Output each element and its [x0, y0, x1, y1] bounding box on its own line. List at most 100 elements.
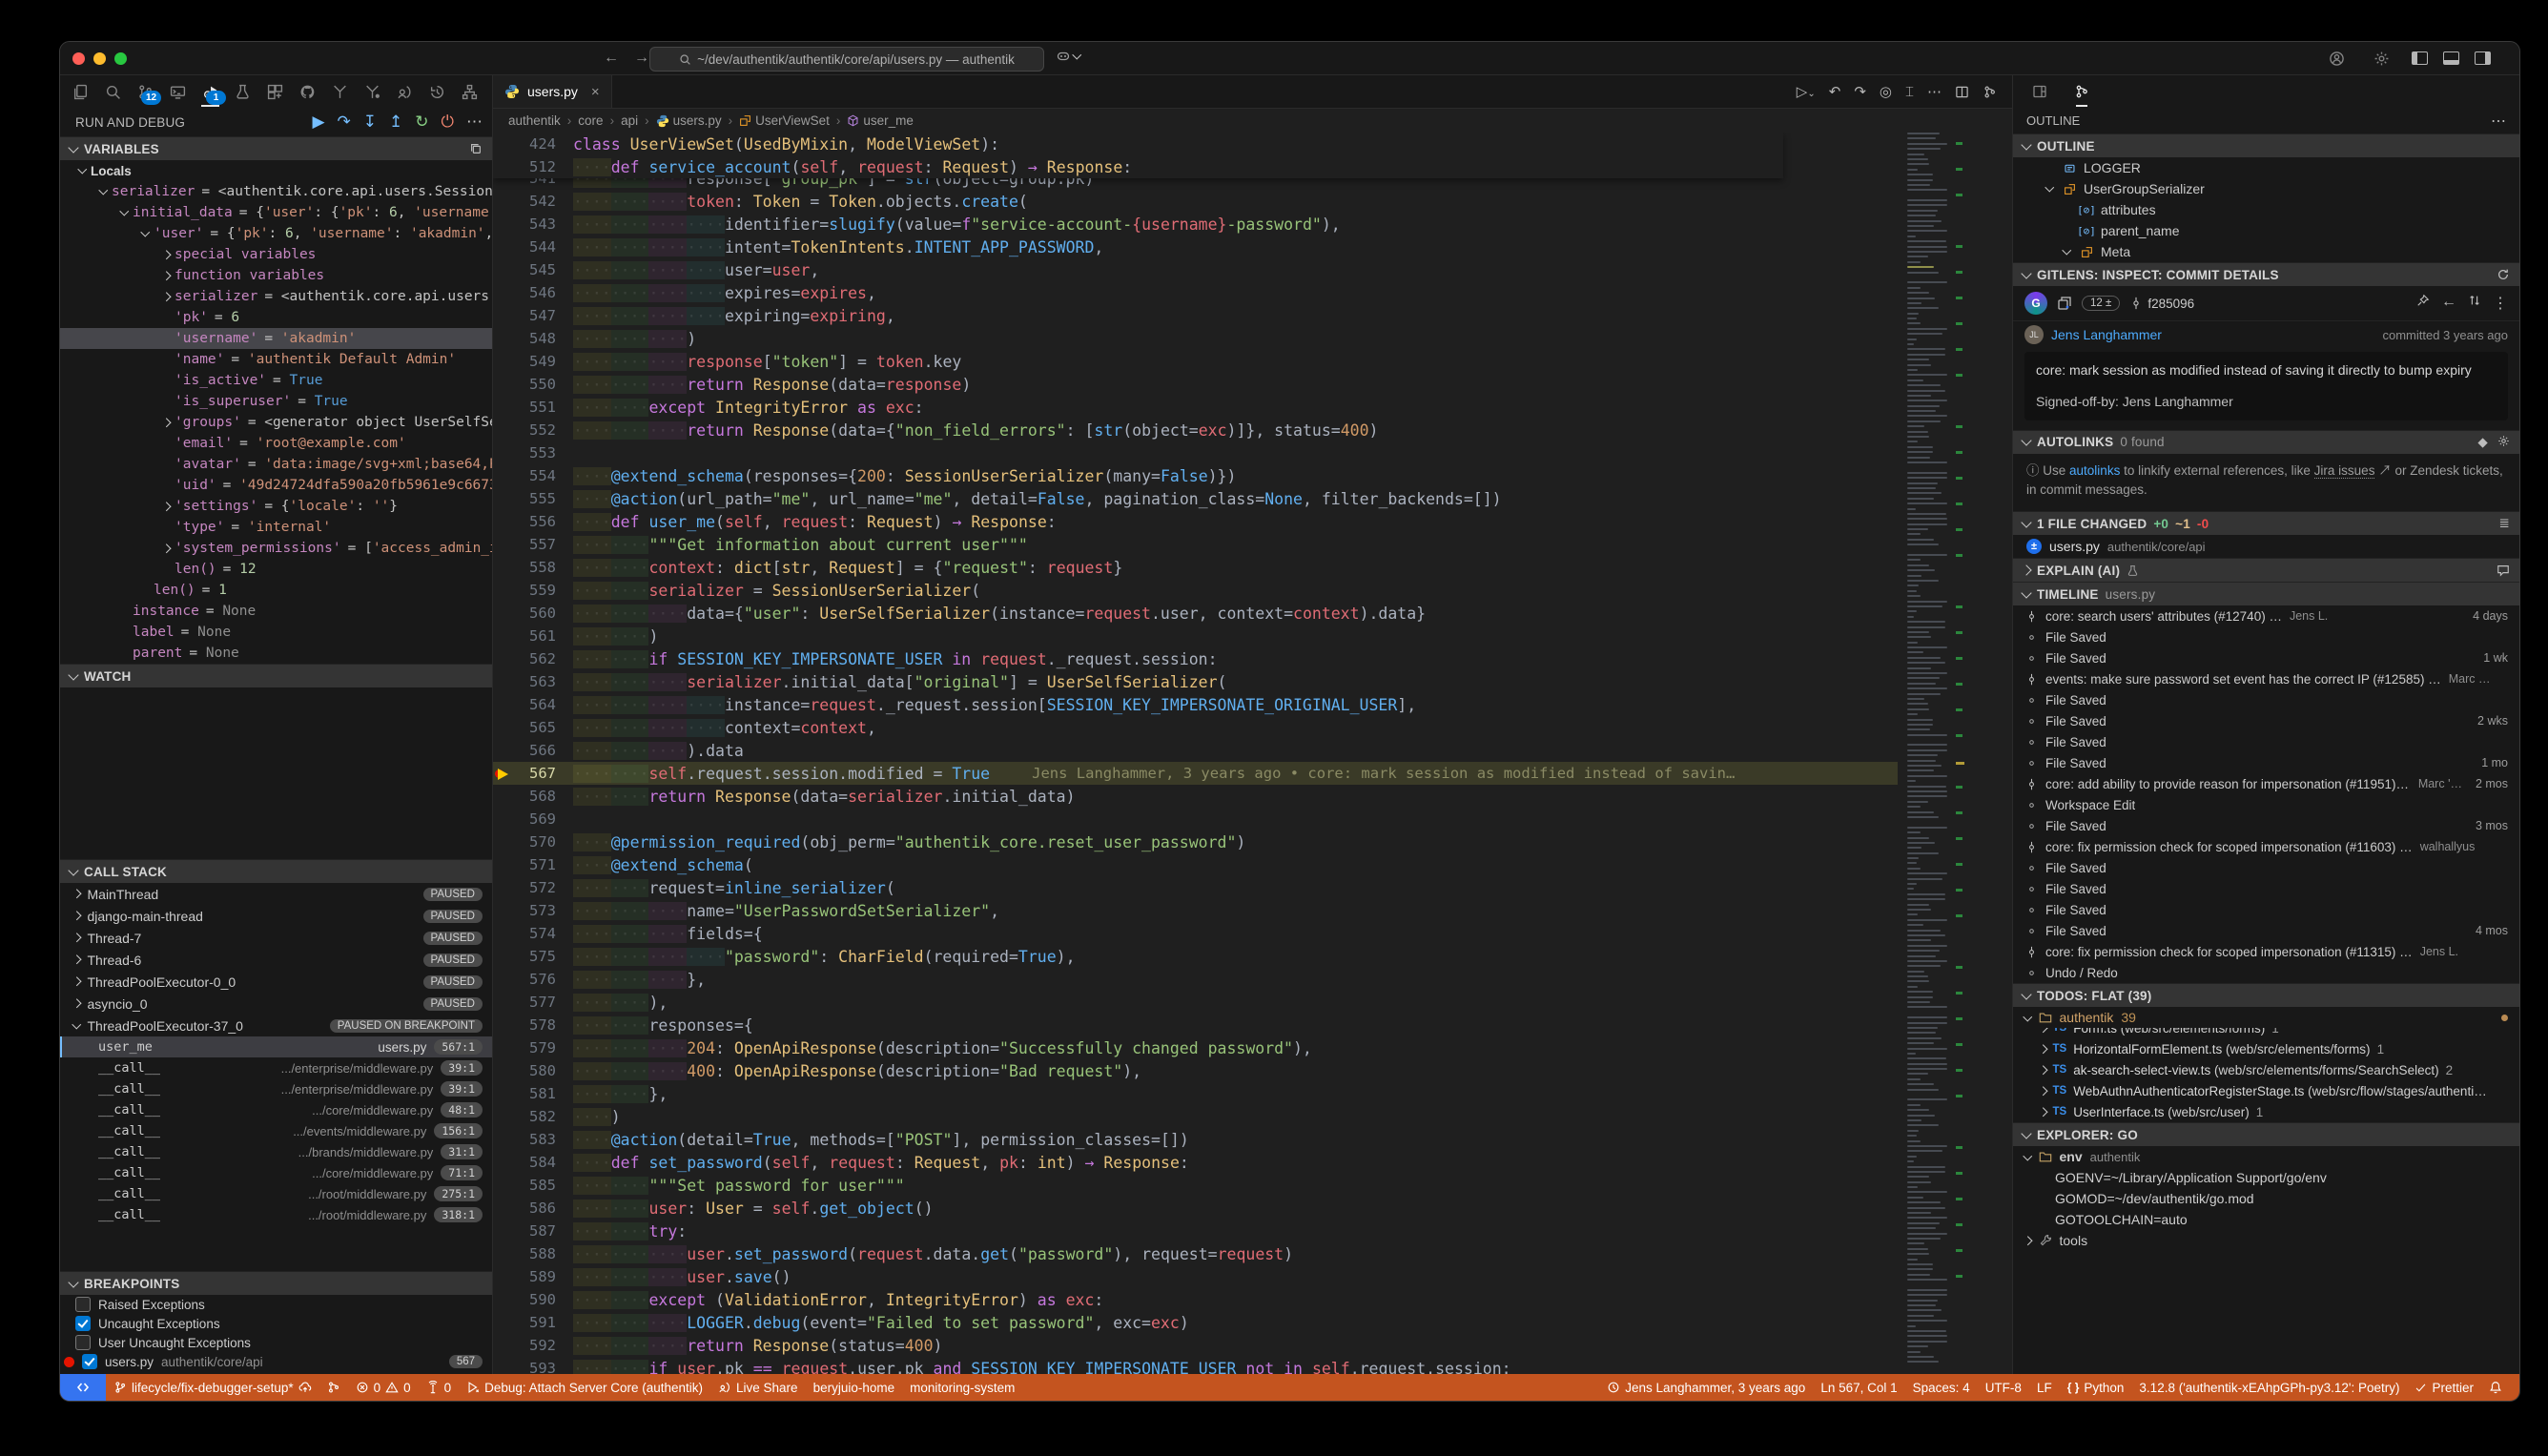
- variable-row[interactable]: 'uid'= '49d24724dfa590a20fb5961e9c6673cd…: [60, 475, 492, 496]
- code-line-575[interactable]: 575················"password": CharField…: [493, 945, 1898, 968]
- go-env-var[interactable]: GOTOOLCHAIN=auto: [2013, 1209, 2519, 1230]
- todos-section-header[interactable]: TODOS: FLAT (39): [2013, 983, 2519, 1007]
- code-line-580[interactable]: 580············400: OpenApiResponse(desc…: [493, 1059, 1898, 1082]
- go-env-var[interactable]: GOENV=~/Library/Application Support/go/e…: [2013, 1167, 2519, 1188]
- variables-section-header[interactable]: VARIABLES: [60, 136, 492, 160]
- variable-row[interactable]: special variables: [60, 244, 492, 265]
- feedback-icon[interactable]: [2497, 564, 2510, 577]
- stack-frame-row[interactable]: __call__.../events/middleware.py156:1: [60, 1120, 492, 1141]
- gear-icon[interactable]: [2497, 435, 2510, 450]
- code-line-546[interactable]: 546················expires=expires,: [493, 281, 1898, 304]
- code-line-558[interactable]: 558········context: dict[str, Request] =…: [493, 556, 1898, 579]
- status-item[interactable]: lifecycle/fix-debugger-setup*: [106, 1374, 319, 1401]
- code-line-547[interactable]: 547················expiring=expiring,: [493, 304, 1898, 327]
- todo-file-row[interactable]: TSak-search-select-view.ts (web/src/elem…: [2013, 1059, 2519, 1080]
- code-line-542[interactable]: 542············token: Token = Token.obje…: [493, 190, 1898, 213]
- code-line-581[interactable]: 581········},: [493, 1082, 1898, 1105]
- timeline-item[interactable]: Undo / Redo: [2013, 962, 2519, 983]
- thread-row[interactable]: MainThreadPAUSED: [60, 883, 492, 905]
- stack-frame-row[interactable]: __call__.../brands/middleware.py31:1: [60, 1141, 492, 1162]
- status-item[interactable]: Jens Langhammer, 3 years ago: [1599, 1374, 1813, 1401]
- todo-file-row[interactable]: TSHorizontalFormElement.ts (web/src/elem…: [2013, 1038, 2519, 1059]
- timeline-item[interactable]: File Saved: [2013, 731, 2519, 752]
- code-line-555[interactable]: 555····@action(url_path="me", url_name="…: [493, 487, 1898, 510]
- variable-row[interactable]: 'avatar'= 'data:image/svg+xml;base64,PHN…: [60, 454, 492, 475]
- outline-item[interactable]: LOGGER: [2013, 157, 2519, 178]
- variable-row[interactable]: len()= 12: [60, 559, 492, 580]
- code-line-588[interactable]: 588············user.set_password(request…: [493, 1242, 1898, 1265]
- refresh-icon[interactable]: [2497, 268, 2510, 281]
- variable-row[interactable]: Locals: [60, 160, 492, 181]
- status-item[interactable]: 3.12.8 ('authentik-xEAhpGPh-py3.12': Poe…: [2131, 1374, 2407, 1401]
- thread-row[interactable]: Thread-7PAUSED: [60, 927, 492, 949]
- breadcrumb-item[interactable]: api: [621, 113, 638, 128]
- code-line-541[interactable]: 541············response["group_pk"] = st…: [493, 178, 1898, 190]
- more-actions-icon[interactable]: ⋯: [2491, 112, 2506, 131]
- remote-window-icon[interactable]: [163, 77, 193, 106]
- variable-row[interactable]: len()= 1: [60, 580, 492, 601]
- changed-file-row[interactable]: ± users.py authentik/core/api: [2013, 535, 2519, 558]
- breadcrumb-item[interactable]: UserViewSet: [739, 113, 830, 128]
- search-icon[interactable]: [98, 77, 128, 106]
- gitlens-section-header[interactable]: GITLENS: INSPECT: COMMIT DETAILS: [2013, 262, 2519, 286]
- step-over-button[interactable]: ↷: [338, 113, 351, 132]
- timeline-item[interactable]: File Saved: [2013, 878, 2519, 899]
- thread-row[interactable]: ThreadPoolExecutor-37_0PAUSED ON BREAKPO…: [60, 1015, 492, 1036]
- thread-row[interactable]: django-main-threadPAUSED: [60, 905, 492, 927]
- toggle-panel-icon[interactable]: [2443, 51, 2459, 65]
- timeline-item[interactable]: events: make sure password set event has…: [2013, 668, 2519, 689]
- breadcrumb-item[interactable]: user_me: [847, 113, 914, 128]
- status-item[interactable]: Live Share: [710, 1374, 806, 1401]
- variable-row[interactable]: serializer= <authentik.core.api.users.Us…: [60, 286, 492, 307]
- code-line-549[interactable]: 549············response["token"] = token…: [493, 350, 1898, 373]
- code-line-571[interactable]: 571····@extend_schema(: [493, 853, 1898, 876]
- pipelines-alt-icon[interactable]: [358, 77, 387, 106]
- step-forward-icon[interactable]: ↷: [1854, 83, 1866, 100]
- gitlens-inspect-icon[interactable]: [2070, 77, 2093, 106]
- code-line-543[interactable]: 543················identifier=slugify(va…: [493, 213, 1898, 236]
- code-line-424[interactable]: 424class UserViewSet(UsedByMixin, ModelV…: [493, 133, 1783, 155]
- variable-row[interactable]: instance= None: [60, 601, 492, 622]
- breakpoint-row[interactable]: User Uncaught Exceptions: [60, 1333, 492, 1352]
- view-as-list-icon[interactable]: ≣: [2498, 516, 2510, 531]
- author-link[interactable]: Jens Langhammer: [2051, 327, 2162, 342]
- step-out-button[interactable]: ↥: [389, 113, 402, 132]
- stack-frame-row[interactable]: __call__.../root/middleware.py275:1: [60, 1183, 492, 1204]
- timeline-item[interactable]: File Saved1 wk: [2013, 647, 2519, 668]
- checkbox[interactable]: [75, 1316, 91, 1331]
- ahead-behind-pill[interactable]: 12 ±: [2082, 296, 2120, 311]
- call-stack-section-header[interactable]: CALL STACK: [60, 859, 492, 883]
- settings-gear-icon[interactable]: [2367, 44, 2396, 72]
- history-forward-icon[interactable]: →: [634, 50, 649, 67]
- remote-indicator[interactable]: [60, 1374, 106, 1401]
- breakpoint-row[interactable]: users.pyauthentik/core/api567: [60, 1352, 492, 1371]
- code-line-564[interactable]: 564················instance=request._req…: [493, 693, 1898, 716]
- command-center[interactable]: ~/dev/authentik/authentik/core/api/users…: [649, 47, 1044, 72]
- variable-row[interactable]: 'user'= {'pk': 6, 'username': 'akadmin',…: [60, 223, 492, 244]
- code-line-585[interactable]: 585········"""Set password for user""": [493, 1174, 1898, 1197]
- variable-row[interactable]: parent= None: [60, 643, 492, 664]
- code-line-550[interactable]: 550············return Response(data=resp…: [493, 373, 1898, 396]
- code-line-591[interactable]: 591············LOGGER.debug(event="Faile…: [493, 1311, 1898, 1334]
- more-actions-icon[interactable]: ⋯: [1927, 83, 1942, 100]
- variable-row[interactable]: 'username'= 'akadmin': [60, 328, 492, 349]
- thread-row[interactable]: asyncio_0PAUSED: [60, 993, 492, 1015]
- go-env-var[interactable]: GOMOD=~/dev/authentik/go.mod: [2013, 1188, 2519, 1209]
- breakpoints-section-header[interactable]: BREAKPOINTS: [60, 1271, 492, 1295]
- code-area[interactable]: 424class UserViewSet(UsedByMixin, ModelV…: [493, 133, 2012, 1374]
- status-item[interactable]: UTF-8: [1978, 1374, 2029, 1401]
- github-icon[interactable]: [293, 77, 322, 106]
- step-back-icon[interactable]: ↶: [1829, 83, 1841, 100]
- code-line-569[interactable]: 569: [493, 808, 1898, 831]
- breadcrumb-item[interactable]: users.py: [656, 113, 722, 128]
- more-button[interactable]: ⋯: [466, 113, 483, 132]
- timeline-item[interactable]: core: add ability to provide reason for …: [2013, 773, 2519, 794]
- kebab-menu-icon[interactable]: ⋮: [2493, 294, 2508, 313]
- timeline-item[interactable]: core: fix permission check for scoped im…: [2013, 836, 2519, 857]
- files-icon[interactable]: [66, 77, 95, 106]
- breadcrumb-item[interactable]: authentik: [508, 113, 561, 128]
- timeline-item[interactable]: File Saved: [2013, 857, 2519, 878]
- autolinks-link[interactable]: autolinks: [2069, 463, 2120, 478]
- back-icon[interactable]: ←: [2441, 294, 2456, 313]
- code-line-584[interactable]: 584····def set_password(self, request: R…: [493, 1151, 1898, 1174]
